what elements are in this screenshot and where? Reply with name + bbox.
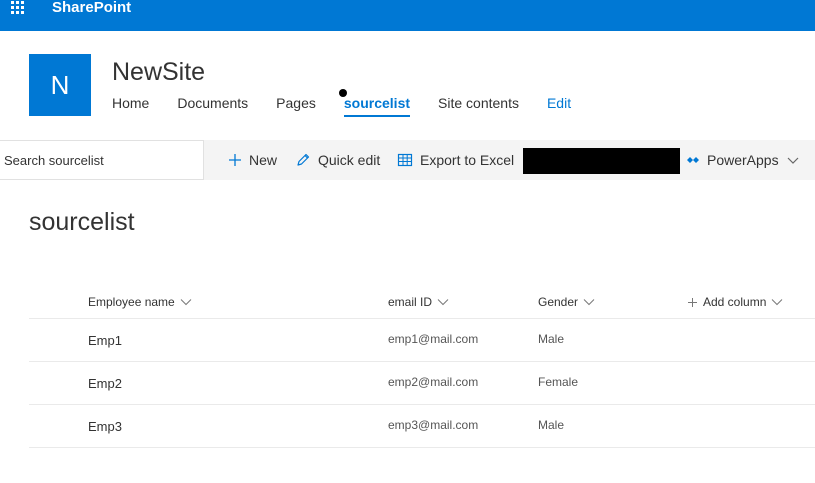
cell-gender: Female [538,375,579,389]
powerapps-label: PowerApps [707,152,779,168]
excel-grid-icon [397,153,413,167]
mouse-cursor-dot [339,89,347,97]
site-navigation: Home Documents Pages sourcelist Site con… [112,95,599,117]
chevron-down-icon [583,299,595,306]
chevron-down-icon [180,299,192,306]
suite-bar: SharePoint [0,0,815,31]
cell-employee-name[interactable]: Emp2 [88,376,122,391]
nav-site-contents[interactable]: Site contents [438,95,519,117]
row-divider [29,404,815,405]
nav-home[interactable]: Home [112,95,149,117]
add-column-label: Add column [703,295,767,309]
export-to-excel-button[interactable]: Export to Excel [397,150,514,170]
new-label: New [249,152,278,168]
column-header-email-id[interactable]: email ID [388,295,449,309]
powerapps-icon [687,157,699,163]
cell-employee-name[interactable]: Emp1 [88,333,122,348]
row-divider [29,361,815,362]
quick-edit-label: Quick edit [318,152,381,168]
chevron-down-icon [437,299,449,306]
list-title: sourcelist [29,208,135,236]
export-label: Export to Excel [420,152,515,168]
plus-icon [229,154,241,166]
site-logo[interactable]: N [29,54,91,116]
cell-email: emp2@mail.com [388,375,479,389]
plus-icon [688,297,697,307]
nav-documents[interactable]: Documents [177,95,248,117]
redacted-area [523,148,680,174]
column-label: Employee name [88,295,175,309]
column-label: Gender [538,295,579,309]
site-title[interactable]: NewSite [112,58,205,87]
row-divider [29,318,815,319]
nav-sourcelist[interactable]: sourcelist [343,95,411,117]
cell-email: emp1@mail.com [388,332,479,346]
chevron-down-icon [787,157,799,164]
quick-edit-button[interactable]: Quick edit [295,150,380,170]
nav-edit-link[interactable]: Edit [547,95,571,117]
nav-pages[interactable]: Pages [276,95,316,117]
cell-gender: Male [538,418,565,432]
brand-name[interactable]: SharePoint [52,0,131,16]
powerapps-button[interactable]: PowerApps [686,150,800,170]
cell-email: emp3@mail.com [388,418,479,432]
search-input[interactable] [0,140,204,180]
column-header-gender[interactable]: Gender [538,295,595,309]
row-divider [29,447,815,448]
column-label: email ID [388,295,433,309]
cell-employee-name[interactable]: Emp3 [88,419,122,434]
app-launcher-icon[interactable] [11,1,27,15]
add-column-button[interactable]: Add column [687,295,783,309]
new-button[interactable]: New [228,150,277,170]
cell-gender: Male [538,332,565,346]
pencil-icon [297,153,310,166]
chevron-down-icon [772,299,783,306]
column-header-employee-name[interactable]: Employee name [88,295,192,309]
